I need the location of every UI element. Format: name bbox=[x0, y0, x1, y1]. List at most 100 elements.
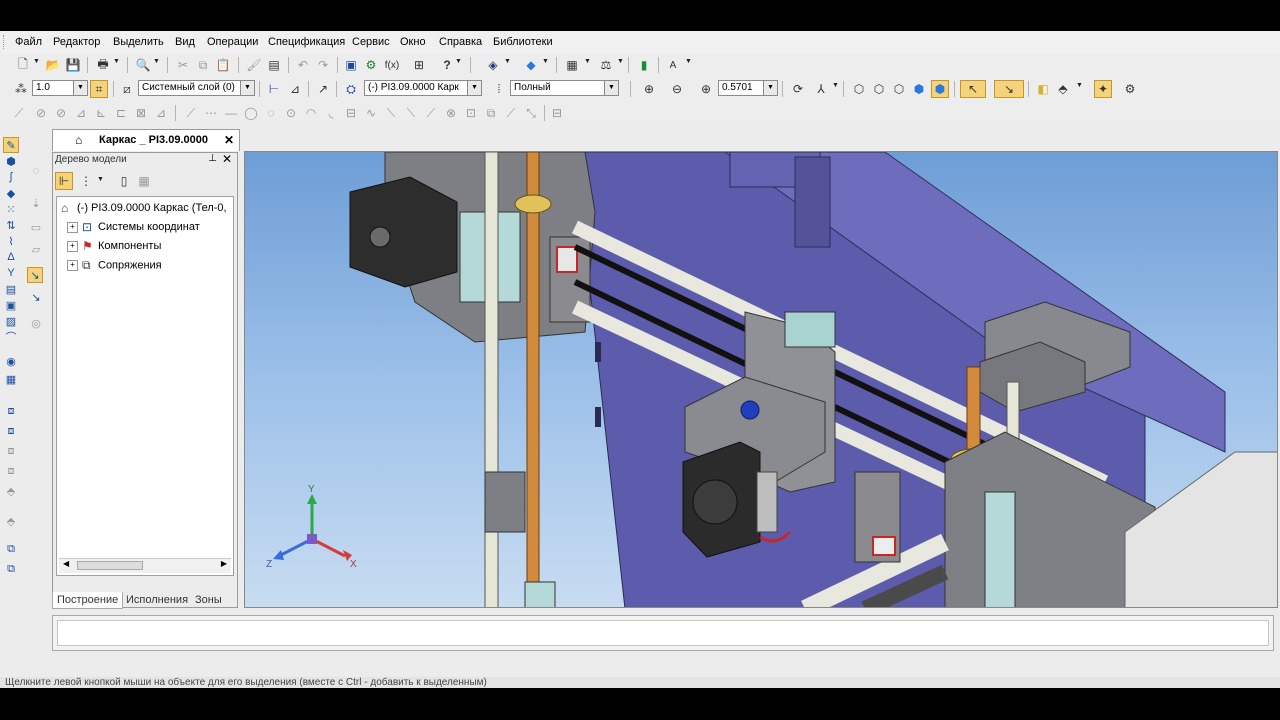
calculator-icon[interactable]: ⊞ bbox=[410, 56, 428, 74]
paste-icon[interactable]: 📋 bbox=[214, 56, 232, 74]
rotate-icon[interactable]: ⟳ bbox=[789, 80, 807, 98]
assembly-icon[interactable]: ⌒ bbox=[3, 329, 19, 345]
tree-item[interactable]: + ⧉ Сопряжения bbox=[67, 258, 162, 273]
sketch-tool-icon[interactable]: ⊙ bbox=[282, 104, 300, 122]
menu-file[interactable]: Файл bbox=[15, 36, 42, 48]
move-tool-icon[interactable]: ↘ bbox=[28, 289, 44, 305]
undo-icon[interactable]: ↶ bbox=[294, 56, 312, 74]
properties-bar-field[interactable] bbox=[57, 620, 1269, 646]
library-icon[interactable]: ◈ bbox=[484, 56, 502, 74]
tree-hscrollbar[interactable]: ◀ ▶ bbox=[59, 558, 231, 573]
zoom-combo[interactable]: 0.5701 ▼ bbox=[718, 80, 778, 96]
dim-tool-icon[interactable]: ⊏ bbox=[112, 104, 130, 122]
part-tool-icon[interactable]: ◌ bbox=[28, 163, 44, 179]
sketch-tool-icon[interactable]: ⊗ bbox=[442, 104, 460, 122]
tree-item[interactable]: + ⚑ Компоненты bbox=[67, 239, 161, 253]
tree-structure-icon[interactable]: ⊩ bbox=[55, 172, 73, 190]
copy-icon[interactable]: ⧉ bbox=[194, 56, 212, 74]
report-icon[interactable]: ▦ bbox=[563, 56, 581, 74]
part-tool-icon[interactable]: ⇣ bbox=[28, 195, 44, 211]
sketch-tool-icon[interactable]: ◌ bbox=[262, 104, 280, 122]
component-icon[interactable]: ⧈ bbox=[3, 463, 19, 479]
perspective-dropdown-arrow[interactable]: ▼ bbox=[1076, 82, 1083, 89]
new-dropdown-arrow[interactable]: ▼ bbox=[33, 58, 40, 65]
layer-combo[interactable]: Системный слой (0) ▼ bbox=[138, 80, 255, 96]
text-style-icon[interactable]: A bbox=[664, 56, 682, 74]
shaded-icon[interactable]: ⬢ bbox=[910, 80, 928, 98]
cut-icon[interactable]: ✂ bbox=[174, 56, 192, 74]
zoom-out-icon[interactable]: ⊖ bbox=[668, 80, 686, 98]
wireframe-icon[interactable]: ⬡ bbox=[850, 80, 868, 98]
sketch-tool-icon[interactable]: ⊟ bbox=[342, 104, 360, 122]
menu-edit[interactable]: Редактор bbox=[53, 36, 100, 48]
layer-icon[interactable]: ⧄ bbox=[118, 80, 136, 98]
model-combo[interactable]: (-) РІ3.09.0000 Карк ▼ bbox=[364, 80, 482, 96]
model-icon[interactable]: ⛭ bbox=[342, 80, 360, 98]
dim-tool-icon[interactable]: ⟋ bbox=[10, 104, 28, 122]
expand-icon[interactable]: + bbox=[67, 260, 78, 271]
dim-tool-icon[interactable]: ⊠ bbox=[132, 104, 150, 122]
view-mode-combo[interactable]: Полный ▼ bbox=[510, 80, 619, 96]
scale-dropdown-arrow[interactable]: ▼ bbox=[73, 81, 87, 95]
close-tab-icon[interactable]: ✕ bbox=[224, 133, 234, 147]
properties-icon[interactable]: ▤ bbox=[265, 56, 283, 74]
sketch-tool-icon[interactable]: ⤡ bbox=[522, 104, 540, 122]
menu-specification[interactable]: Спецификация bbox=[268, 36, 345, 48]
help-dropdown-arrow[interactable]: ▼ bbox=[455, 58, 462, 65]
pin-icon[interactable]: ⊥ bbox=[208, 153, 217, 164]
select-mode-icon[interactable]: ↖ bbox=[960, 80, 986, 98]
print-icon[interactable]: 🖶 bbox=[94, 56, 112, 74]
sheet-metal-icon[interactable]: ⌇ bbox=[3, 233, 19, 249]
dim-tool-icon[interactable]: ⊘ bbox=[52, 104, 70, 122]
expand-icon[interactable]: + bbox=[67, 240, 78, 252]
component-icon[interactable]: ⧈ bbox=[3, 443, 19, 459]
insert-icon[interactable]: ⧉ bbox=[3, 541, 19, 557]
settings-icon[interactable]: ⚙ bbox=[1121, 80, 1139, 98]
menu-view[interactable]: Вид bbox=[175, 36, 195, 48]
tree-list-icon[interactable]: ▯ bbox=[115, 172, 133, 190]
filter-mode-icon[interactable]: ↘ bbox=[994, 80, 1024, 98]
component-icon[interactable]: ⧈ bbox=[3, 403, 19, 419]
measure-icon[interactable]: ▨ bbox=[3, 313, 19, 329]
shaded-edges-icon[interactable]: ⬢ bbox=[931, 80, 949, 98]
tree-filter-icon[interactable]: ▦ bbox=[135, 172, 153, 190]
dim-tool-icon[interactable]: ⊘ bbox=[32, 104, 50, 122]
insert-icon[interactable]: ⧉ bbox=[3, 561, 19, 577]
tree-order-icon[interactable]: ⋮ bbox=[77, 172, 95, 190]
zoom-dropdown-arrow[interactable]: ▼ bbox=[763, 81, 777, 95]
grid-snap-icon[interactable]: ⌗ bbox=[90, 80, 108, 98]
scroll-left-icon[interactable]: ◀ bbox=[63, 559, 69, 568]
scale-combo[interactable]: 1.0 ▼ bbox=[32, 80, 88, 96]
curve-icon[interactable]: ∫ bbox=[3, 169, 19, 185]
model-dropdown-arrow[interactable]: ▼ bbox=[467, 81, 481, 95]
scroll-thumb[interactable] bbox=[77, 561, 143, 570]
report-icon[interactable]: ▣ bbox=[3, 297, 19, 313]
view-cube-dropdown-arrow[interactable]: ▼ bbox=[542, 58, 549, 65]
report-dropdown-arrow[interactable]: ▼ bbox=[584, 58, 591, 65]
attributes-icon[interactable]: ⚖ bbox=[597, 56, 615, 74]
sketch-tool-icon[interactable]: ⊟ bbox=[548, 104, 566, 122]
zoom-window-icon[interactable]: ⊕ bbox=[640, 80, 658, 98]
surface-icon[interactable]: ◆ bbox=[3, 185, 19, 201]
dimensions-icon[interactable]: Δ bbox=[3, 249, 19, 265]
filter-icon[interactable]: Y bbox=[3, 265, 19, 281]
sketch-tool-icon[interactable]: ◠ bbox=[302, 104, 320, 122]
sketch-tool-icon[interactable]: ⟍ bbox=[402, 104, 420, 122]
snap-icon[interactable]: ⁂ bbox=[12, 80, 30, 98]
geometry-icon[interactable]: ⬢ bbox=[3, 153, 19, 169]
menu-help[interactable]: Справка bbox=[439, 36, 482, 48]
sketch-tool-icon[interactable]: ⊡ bbox=[462, 104, 480, 122]
tab-construction[interactable]: Построение bbox=[52, 592, 124, 609]
save-icon[interactable]: 💾 bbox=[64, 56, 82, 74]
part-tool-icon[interactable]: ▱ bbox=[28, 241, 44, 257]
measure-icon[interactable]: ⊿ bbox=[286, 80, 304, 98]
sketch-tool-icon[interactable]: ◟ bbox=[322, 104, 340, 122]
open-folder-icon[interactable]: 📂 bbox=[44, 56, 62, 74]
export-icon[interactable]: ▮ bbox=[635, 56, 653, 74]
menu-window[interactable]: Окно bbox=[400, 36, 426, 48]
3d-viewport[interactable]: Y X Z bbox=[244, 151, 1278, 608]
mate-tool-icon[interactable]: ↘ bbox=[27, 267, 43, 283]
orient-icon[interactable]: ↗ bbox=[314, 80, 332, 98]
sketch-tool-icon[interactable]: — bbox=[222, 104, 240, 122]
image-icon[interactable]: ▦ bbox=[3, 371, 19, 387]
